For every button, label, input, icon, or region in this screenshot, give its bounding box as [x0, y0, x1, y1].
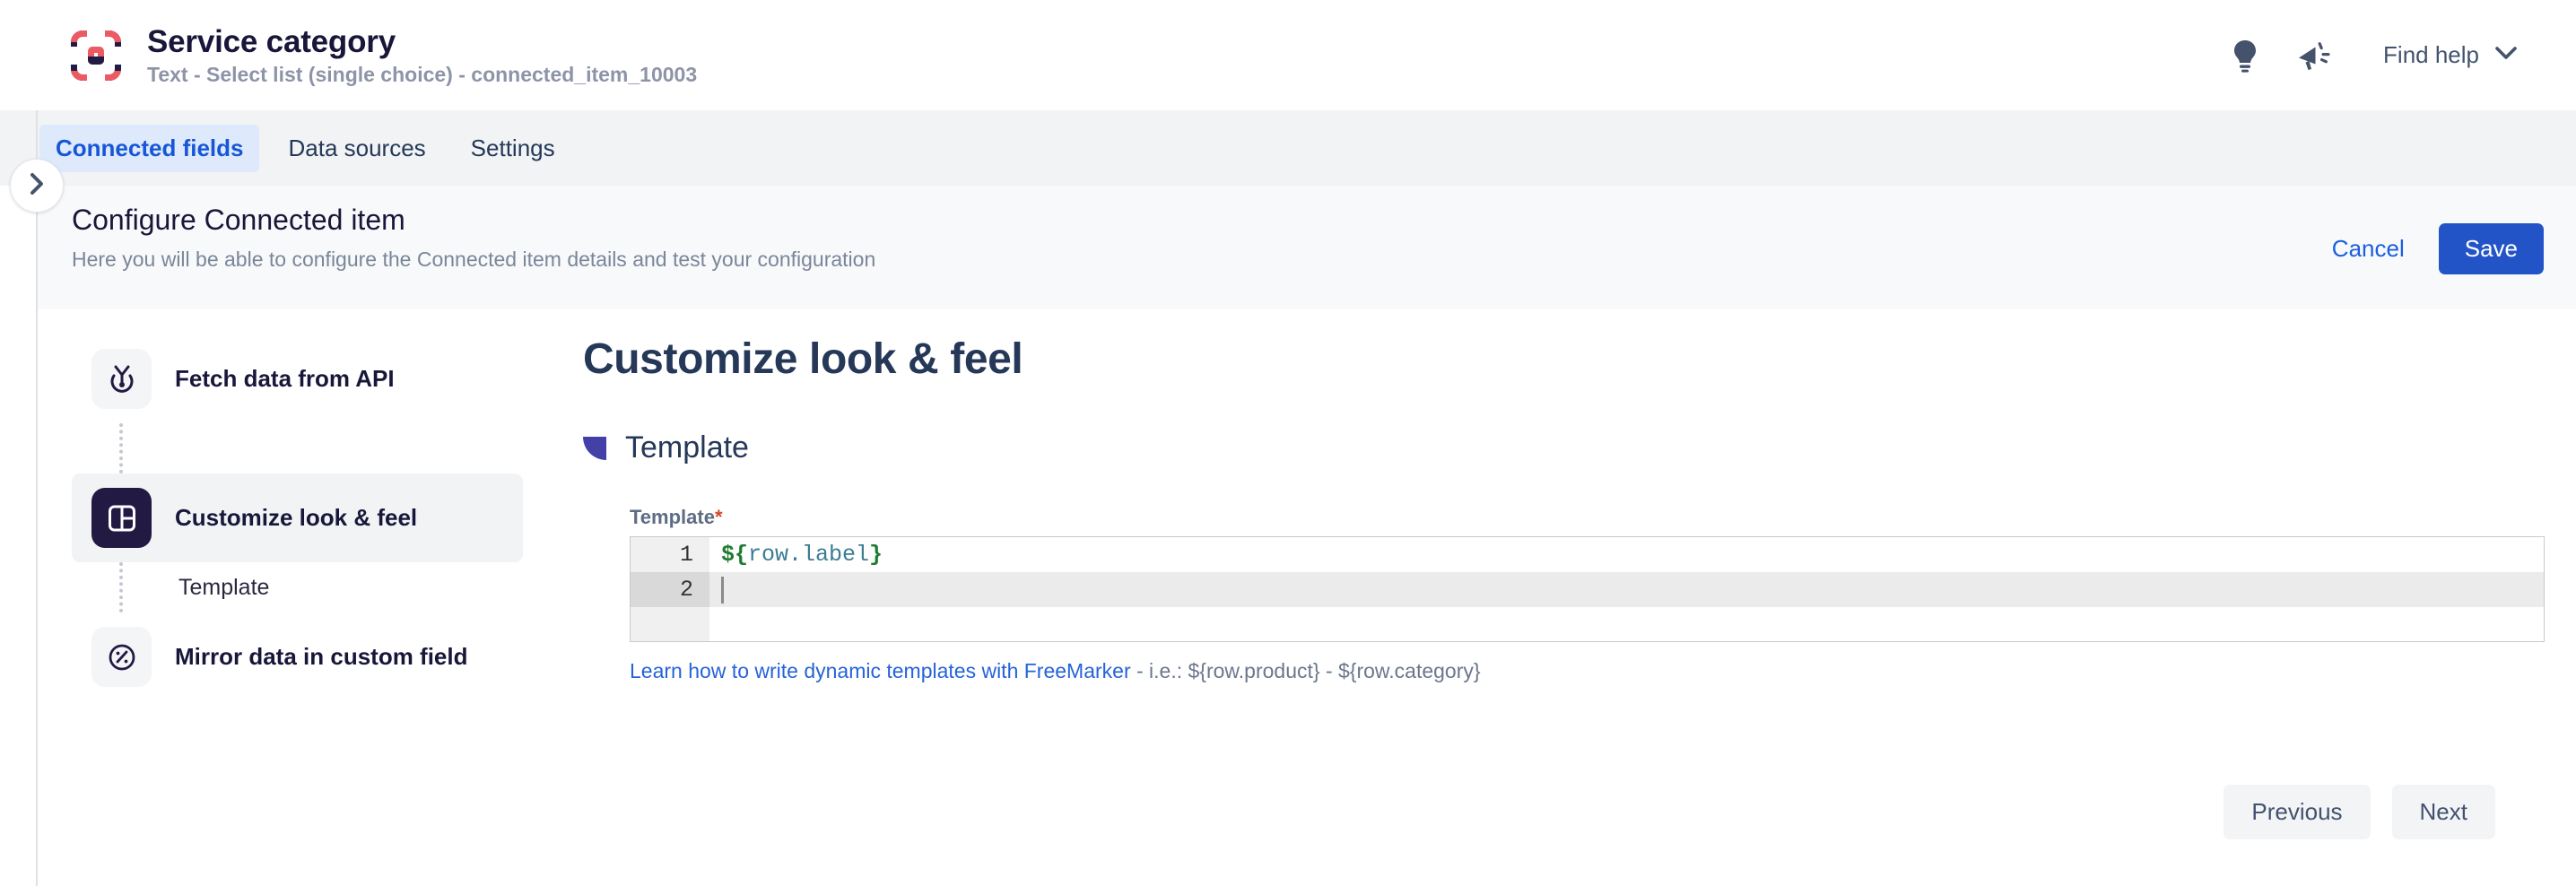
find-help-menu[interactable]: Find help	[2378, 32, 2522, 78]
line-content[interactable]: ${row.label}	[709, 537, 2544, 572]
section-title: Template	[625, 430, 749, 465]
lightbulb-icon[interactable]	[2211, 22, 2279, 90]
step-customize-look-and-feel[interactable]: Customize look & feel	[72, 473, 523, 562]
cancel-button[interactable]: Cancel	[2325, 224, 2412, 274]
megaphone-icon[interactable]	[2279, 22, 2347, 90]
helper-suffix: - i.e.: ${row.product} - ${row.category}	[1130, 659, 1481, 682]
line-content-empty	[709, 607, 2544, 641]
brand-text: Service category Text - Select list (sin…	[147, 24, 697, 87]
next-button[interactable]: Next	[2391, 785, 2495, 839]
line-number: 1	[631, 537, 709, 572]
section-header: Template	[583, 430, 2576, 465]
chevron-right-icon	[30, 172, 45, 200]
main-panel: Customize look & feel Template Template*…	[583, 309, 2576, 886]
api-fetch-icon	[91, 349, 152, 409]
editor-filler-row	[631, 607, 2544, 641]
token-delimiter-close: }	[869, 542, 883, 568]
mirror-circle-icon	[91, 627, 152, 687]
text-cursor	[721, 576, 724, 604]
chevron-down-icon	[2495, 46, 2517, 65]
step-label: Fetch data from API	[175, 365, 395, 392]
config-subtitle: Here you will be able to configure the C…	[72, 248, 876, 271]
previous-button[interactable]: Previous	[2224, 785, 2371, 839]
connected-brackets-logo-icon	[68, 28, 124, 83]
config-header-band: Configure Connected item Here you will b…	[38, 186, 2576, 309]
substeps: Template	[72, 562, 523, 612]
find-help-label: Find help	[2383, 41, 2479, 68]
body-area: Fetch data from API Customize look & fee…	[38, 309, 2576, 886]
line-number-empty	[631, 607, 709, 641]
substep-template[interactable]: Template	[72, 562, 523, 612]
steps-sidebar: Fetch data from API Customize look & fee…	[72, 334, 523, 701]
tab-list: Connected fields Data sources Settings	[39, 110, 584, 186]
config-titles: Configure Connected item Here you will b…	[72, 202, 875, 273]
section-marker-icon	[583, 436, 606, 460]
line-content[interactable]	[709, 572, 2544, 607]
editor-line-active[interactable]: 2	[631, 572, 2544, 607]
panel-heading: Customize look & feel	[583, 335, 1023, 383]
sidebar-expand-button[interactable]	[10, 159, 64, 213]
template-code-editor[interactable]: 1 ${row.label} 2	[630, 536, 2545, 642]
editor-line[interactable]: 1 ${row.label}	[631, 537, 2544, 572]
wizard-navigation: Previous Next	[2224, 785, 2495, 839]
template-helper-text: Learn how to write dynamic templates wit…	[630, 659, 2576, 683]
page-subtitle: Text - Select list (single choice) - con…	[147, 62, 698, 86]
save-button[interactable]: Save	[2438, 223, 2544, 274]
tab-settings[interactable]: Settings	[455, 125, 571, 172]
freemarker-docs-link[interactable]: Learn how to write dynamic templates wit…	[630, 659, 1131, 682]
step-fetch-data-from-api[interactable]: Fetch data from API	[72, 334, 523, 423]
layout-panel-icon	[91, 488, 152, 548]
page-title: Service category	[147, 23, 396, 59]
app-header: Service category Text - Select list (sin…	[0, 0, 2576, 110]
config-actions: Cancel Save	[2325, 223, 2544, 274]
tab-connected-fields[interactable]: Connected fields	[39, 124, 260, 172]
tab-data-sources[interactable]: Data sources	[272, 125, 441, 172]
template-field-block: Template* 1 ${row.label} 2 Learn how to …	[630, 506, 2576, 683]
template-label-text: Template	[630, 506, 715, 528]
step-connector	[119, 423, 123, 473]
brand: Service category Text - Select list (sin…	[68, 24, 697, 87]
config-title: Configure Connected item	[72, 204, 405, 236]
step-label: Mirror data in custom field	[175, 643, 468, 670]
token-property: row.label	[748, 542, 870, 568]
step-mirror-data-in-custom-field[interactable]: Mirror data in custom field	[72, 612, 523, 701]
header-actions: Find help	[2211, 0, 2522, 110]
line-number: 2	[631, 572, 709, 607]
substep-connector	[119, 562, 123, 612]
required-marker: *	[714, 506, 723, 528]
tab-bar: Connected fields Data sources Settings	[0, 110, 2576, 186]
template-field-label: Template*	[630, 506, 2576, 529]
step-label: Customize look & feel	[175, 504, 418, 531]
token-delimiter-open: ${	[721, 542, 749, 568]
